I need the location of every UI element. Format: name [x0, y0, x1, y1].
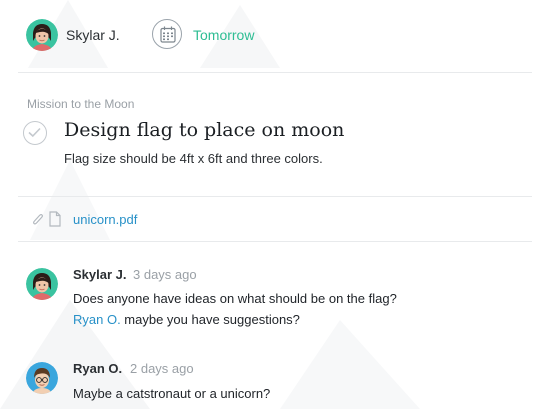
assignee-avatar[interactable]	[26, 19, 58, 51]
attachment-divider	[18, 241, 532, 242]
header-divider	[18, 72, 532, 73]
due-date-button[interactable]	[152, 19, 182, 49]
calendar-icon	[160, 26, 176, 43]
paperclip-icon	[33, 214, 43, 225]
attachment-link[interactable]: unicorn.pdf	[73, 212, 137, 227]
due-date-label[interactable]: Tomorrow	[193, 27, 254, 43]
project-name[interactable]: Mission to the Moon	[27, 97, 134, 111]
complete-task-button[interactable]	[23, 121, 47, 145]
task-description[interactable]: Flag size should be 4ft x 6ft and three …	[64, 151, 323, 166]
comment-author-avatar[interactable]	[26, 268, 58, 300]
comment-timestamp: 2 days ago	[130, 361, 194, 376]
comment-author[interactable]: Ryan O.	[73, 361, 122, 376]
comment-text-continuation: maybe you have suggestions?	[120, 312, 300, 327]
comment-author[interactable]: Skylar J.	[73, 267, 127, 282]
comment-text: Does anyone have ideas on what should be…	[73, 291, 397, 306]
mention-link[interactable]: Ryan O.	[73, 312, 121, 327]
comment-author-avatar[interactable]	[26, 362, 58, 394]
comment-text-line-2: Ryan O. maybe you have suggestions?	[73, 312, 300, 327]
task-header: Skylar J. Tomorrow	[0, 0, 554, 72]
file-icon	[49, 211, 61, 227]
comment-timestamp: 3 days ago	[133, 267, 197, 282]
task-title[interactable]: Design flag to place on moon	[64, 119, 344, 141]
checkmark-icon	[28, 127, 41, 138]
assignee-name[interactable]: Skylar J.	[66, 27, 120, 43]
body-divider	[18, 196, 532, 197]
comment-text: Maybe a catstronaut or a unicorn?	[73, 386, 271, 401]
